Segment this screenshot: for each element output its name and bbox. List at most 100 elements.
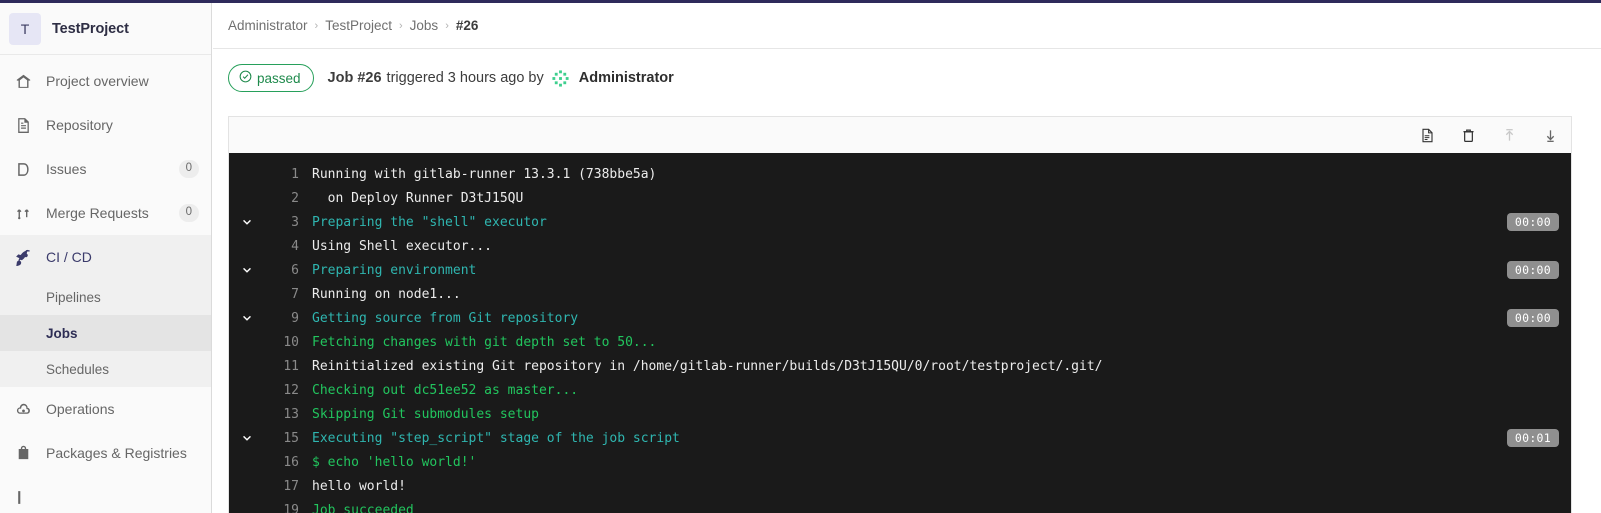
- log-line: 15 Executing "step_script" stage of the j…: [229, 426, 1571, 450]
- sidebar-item-jobs[interactable]: Jobs: [0, 315, 211, 351]
- sidebar-item-partial[interactable]: [0, 475, 211, 513]
- identicon-avatar[interactable]: [550, 68, 570, 88]
- log-line: 10 Fetching changes with git depth set to…: [229, 330, 1571, 354]
- merge-request-icon: [14, 204, 32, 222]
- log-line-number[interactable]: 6: [261, 263, 299, 278]
- trash-icon[interactable]: [1458, 125, 1478, 145]
- sidebar-item-issues[interactable]: Issues 0: [0, 147, 211, 191]
- log-line: 16 $ echo 'hello world!': [229, 450, 1571, 474]
- log-line-number[interactable]: 17: [261, 479, 299, 494]
- log-line: 19 Job succeeded: [229, 498, 1571, 513]
- log-line: 11 Reinitialized existing Git repository …: [229, 354, 1571, 378]
- breadcrumb: Administrator › TestProject › Jobs › #26: [213, 3, 1601, 49]
- log-line-text: Job succeeded: [312, 502, 414, 513]
- log-line: 17 hello world!: [229, 474, 1571, 498]
- sidebar-item-pipelines[interactable]: Pipelines: [0, 279, 211, 315]
- log-line-number[interactable]: 11: [261, 359, 299, 374]
- log-line: 13 Skipping Git submodules setup: [229, 402, 1571, 426]
- log-line-text: Using Shell executor...: [312, 238, 493, 254]
- sidebar-item-label: Repository: [46, 117, 113, 133]
- log-line-number[interactable]: 9: [261, 311, 299, 326]
- log-section-duration-badge: 00:01: [1506, 429, 1559, 447]
- project-avatar: T: [9, 12, 41, 45]
- log-line-number[interactable]: 4: [261, 239, 299, 254]
- log-line-number[interactable]: 16: [261, 455, 299, 470]
- issues-count-badge: 0: [178, 160, 199, 178]
- log-section-duration-badge: 00:00: [1506, 261, 1559, 279]
- sidebar-nav: Project overview Repository Issues 0 Mer…: [0, 55, 211, 513]
- job-header: passed Job #26 triggered 3 hours ago by: [213, 49, 1601, 107]
- sidebar-item-cicd[interactable]: CI / CD: [0, 235, 211, 279]
- sidebar-item-label: Project overview: [46, 73, 149, 89]
- check-circle-icon: [239, 70, 252, 86]
- log-line-number[interactable]: 12: [261, 383, 299, 398]
- sidebar-subitem-label: Jobs: [46, 325, 78, 341]
- log-line: 3 Preparing the "shell" executor 00:00: [229, 210, 1571, 234]
- breadcrumb-item-job-number: #26: [455, 18, 479, 33]
- breadcrumb-item-testproject[interactable]: TestProject: [325, 18, 392, 33]
- breadcrumb-item-jobs[interactable]: Jobs: [410, 18, 439, 33]
- chevron-down-icon[interactable]: [233, 264, 261, 276]
- log-line-number[interactable]: 19: [261, 503, 299, 513]
- log-line-number[interactable]: 1: [261, 167, 299, 182]
- status-badge[interactable]: passed: [228, 64, 314, 92]
- log-line: 6 Preparing environment 00:00: [229, 258, 1571, 282]
- job-log-panel: 1 Running with gitlab-runner 13.3.1 (738b…: [228, 116, 1572, 513]
- log-line-text: Fetching changes with git depth set to 5…: [312, 334, 657, 350]
- log-toolbar: [229, 117, 1571, 153]
- raw-log-icon[interactable]: [1417, 125, 1437, 145]
- job-log-page: T TestProject Project overview Repositor…: [0, 0, 1601, 513]
- log-line-number[interactable]: 2: [261, 191, 299, 206]
- log-line: 4 Using Shell executor...: [229, 234, 1571, 258]
- project-name: TestProject: [52, 20, 129, 37]
- sidebar-item-label: Issues: [46, 161, 87, 177]
- status-badge-label: passed: [257, 70, 301, 86]
- project-sidebar: T TestProject Project overview Repositor…: [0, 3, 212, 513]
- job-triggered-text: triggered 3 hours ago by: [386, 70, 544, 86]
- job-log-output[interactable]: 1 Running with gitlab-runner 13.3.1 (738b…: [229, 153, 1571, 513]
- sidebar-item-schedules[interactable]: Schedules: [0, 351, 211, 387]
- sidebar-group-cicd: CI / CD Pipelines Jobs Schedules: [0, 235, 211, 387]
- chevron-down-icon[interactable]: [233, 216, 261, 228]
- log-line-text: $ echo 'hello world!': [312, 454, 477, 470]
- chevron-down-icon[interactable]: [233, 432, 261, 444]
- trigger-user-name[interactable]: Administrator: [579, 70, 674, 86]
- sidebar-item-repository[interactable]: Repository: [0, 103, 211, 147]
- sidebar-item-label: Merge Requests: [46, 205, 149, 221]
- sidebar-item-label: CI / CD: [46, 249, 92, 265]
- breadcrumb-separator-icon: ›: [398, 19, 403, 32]
- chevron-down-icon[interactable]: [233, 312, 261, 324]
- log-section-duration-badge: 00:00: [1506, 213, 1559, 231]
- sidebar-subitem-label: Pipelines: [46, 289, 101, 305]
- main-content: Administrator › TestProject › Jobs › #26…: [213, 3, 1601, 513]
- log-line-text: Reinitialized existing Git repository in…: [312, 358, 1103, 374]
- scroll-up-icon[interactable]: [1499, 125, 1519, 145]
- sidebar-item-operations[interactable]: Operations: [0, 387, 211, 431]
- log-line-text: hello world!: [312, 478, 406, 494]
- log-line-text: Executing "step_script" stage of the job…: [312, 430, 680, 446]
- log-line-number[interactable]: 7: [261, 287, 299, 302]
- log-line-text: Checking out dc51ee52 as master...: [312, 382, 579, 398]
- sidebar-item-merge-requests[interactable]: Merge Requests 0: [0, 191, 211, 235]
- rocket-icon: [14, 248, 32, 266]
- sidebar-item-packages-registries[interactable]: Packages & Registries: [0, 431, 211, 475]
- log-line-number[interactable]: 13: [261, 407, 299, 422]
- cloud-gear-icon: [14, 400, 32, 418]
- project-header[interactable]: T TestProject: [0, 3, 211, 55]
- log-line-text: Getting source from Git repository: [312, 310, 579, 326]
- scroll-down-icon[interactable]: [1540, 125, 1560, 145]
- log-line-text: Running with gitlab-runner 13.3.1 (738bb…: [312, 166, 657, 182]
- log-line: 7 Running on node1...: [229, 282, 1571, 306]
- log-line-number[interactable]: 15: [261, 431, 299, 446]
- partial-icon: [14, 488, 32, 506]
- sidebar-item-project-overview[interactable]: Project overview: [0, 59, 211, 103]
- document-icon: [14, 116, 32, 134]
- log-line-number[interactable]: 3: [261, 215, 299, 230]
- log-line-number[interactable]: 10: [261, 335, 299, 350]
- sidebar-item-label: Operations: [46, 401, 115, 417]
- issue-icon: [14, 160, 32, 178]
- merge-requests-count-badge: 0: [178, 204, 199, 222]
- breadcrumb-item-administrator[interactable]: Administrator: [228, 18, 308, 33]
- log-line: 9 Getting source from Git repository 00:00: [229, 306, 1571, 330]
- log-line: 1 Running with gitlab-runner 13.3.1 (738b…: [229, 162, 1571, 186]
